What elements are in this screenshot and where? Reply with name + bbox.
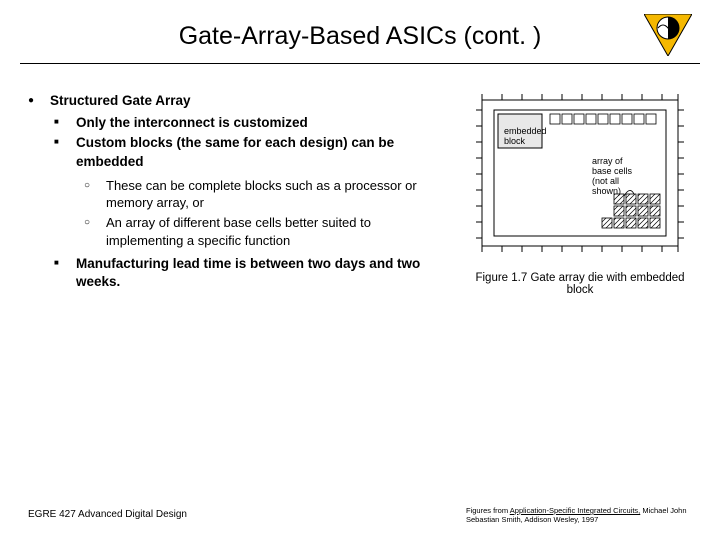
bullet-l1-text: Structured Gate Array <box>50 93 191 108</box>
bullet-l2c-text: Manufacturing lead time is between two d… <box>76 256 420 289</box>
body-content: Structured Gate Array Only the interconn… <box>28 92 446 294</box>
bullet-l2b: Custom blocks (the same for each design)… <box>50 134 446 249</box>
footer-left: EGRE 427 Advanced Digital Design <box>28 509 187 520</box>
slide: Gate-Array-Based ASICs (cont. ) Structur… <box>0 0 720 540</box>
bullet-l3a: These can be complete blocks such as a p… <box>76 177 446 212</box>
bullet-l2a-text: Only the interconnect is customized <box>76 115 308 130</box>
footer-right-title: Application-Specific Integrated Circuits… <box>510 506 640 515</box>
vcu-logo-icon <box>644 14 692 56</box>
bullet-l2a: Only the interconnect is customized <box>50 114 446 132</box>
bullet-l3a-text: These can be complete blocks such as a p… <box>106 178 417 211</box>
bullet-l3b-text: An array of different base cells better … <box>106 215 371 248</box>
bullet-l2c: Manufacturing lead time is between two d… <box>50 255 446 291</box>
bullet-l2b-text: Custom blocks (the same for each design)… <box>76 135 394 168</box>
bullet-l1: Structured Gate Array Only the interconn… <box>28 92 446 292</box>
slide-title: Gate-Array-Based ASICs (cont. ) <box>0 22 720 51</box>
footer-right: Figures from Application-Specific Integr… <box>466 506 696 524</box>
figure-caption: Figure 1.7 Gate array die with embedded … <box>464 272 696 296</box>
footer-right-pre: Figures from <box>466 506 510 515</box>
figure-block: embeddedblock array ofbase cells(not all… <box>464 90 696 296</box>
figure-image-icon: embeddedblock array ofbase cells(not all… <box>464 90 696 258</box>
bullet-l3b: An array of different base cells better … <box>76 214 446 249</box>
title-underline <box>20 63 700 64</box>
